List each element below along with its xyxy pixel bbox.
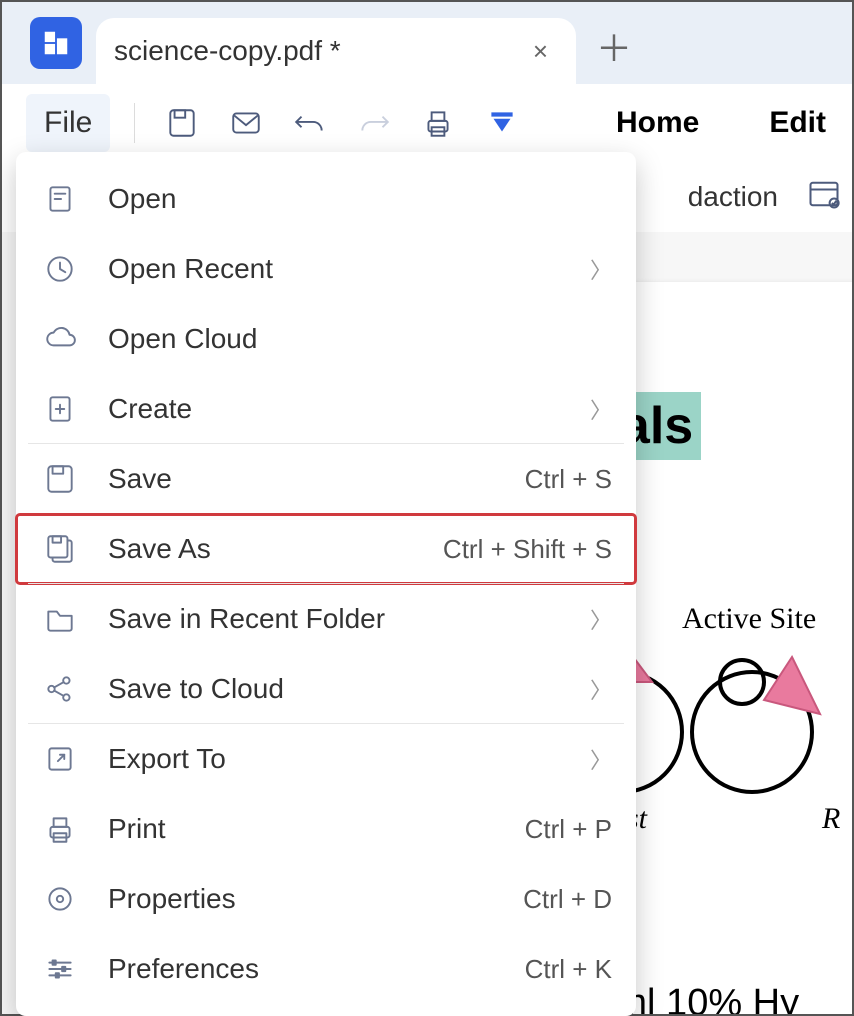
saveas-icon [40, 529, 80, 569]
menu-item-accelerator: Ctrl + P [525, 814, 612, 845]
file-menu-button[interactable]: File [26, 94, 110, 152]
cloud-icon [40, 319, 80, 359]
menu-item-save-as[interactable]: Save As Ctrl + Shift + S [16, 514, 636, 584]
menu-item-preferences[interactable]: Preferences Ctrl + K [16, 934, 636, 1004]
menu-item-label: Create [108, 393, 562, 425]
menu-item-properties[interactable]: Properties Ctrl + D [16, 864, 636, 934]
doc-icon [40, 179, 80, 219]
close-tab-icon[interactable]: × [523, 32, 558, 71]
app-logo-icon [30, 17, 82, 69]
menu-item-label: Properties [108, 883, 495, 915]
menu-item-label: Preferences [108, 953, 497, 985]
menu-item-open[interactable]: Open [16, 164, 636, 234]
menu-item-accelerator: Ctrl + S [525, 464, 612, 495]
save-icon [40, 459, 80, 499]
menu-item-create[interactable]: Create 〉 [16, 374, 636, 444]
chevron-right-icon: 〉 [590, 393, 612, 425]
menu-item-accelerator: Ctrl + Shift + S [443, 534, 612, 565]
save-icon[interactable] [159, 100, 205, 146]
tab-home[interactable]: Home [590, 106, 725, 140]
menu-item-save[interactable]: Save Ctrl + S [16, 444, 636, 514]
menu-item-label: Open Recent [108, 253, 562, 285]
ribbon-label-partial[interactable]: daction [688, 181, 788, 213]
annotation-r: R [822, 802, 840, 836]
redo-icon[interactable] [351, 100, 397, 146]
sliders-icon [40, 949, 80, 989]
collapse-ribbon-icon[interactable] [479, 100, 525, 146]
newdoc-icon [40, 389, 80, 429]
menu-item-print[interactable]: Print Ctrl + P [16, 794, 636, 864]
tab-edit[interactable]: Edit [743, 106, 852, 140]
quick-toolbar: File Home Edit [2, 84, 852, 162]
menu-item-label: Open [108, 183, 612, 215]
menu-item-label: Save to Cloud [108, 673, 562, 705]
share-icon [40, 669, 80, 709]
menu-item-label: Save [108, 463, 497, 495]
document-tab-title: science-copy.pdf * [114, 35, 509, 67]
menu-item-save-cloud[interactable]: Save to Cloud 〉 [16, 654, 636, 724]
menu-item-label: Open Cloud [108, 323, 612, 355]
gear-icon [40, 879, 80, 919]
menu-item-accelerator: Ctrl + K [525, 954, 612, 985]
document-tab[interactable]: science-copy.pdf * × [96, 18, 576, 84]
chevron-right-icon: 〉 [590, 673, 612, 705]
menu-item-label: Export To [108, 743, 562, 775]
clock-icon [40, 249, 80, 289]
menu-item-open-recent[interactable]: Open Recent 〉 [16, 234, 636, 304]
menu-item-label: Print [108, 813, 497, 845]
titlebar: science-copy.pdf * × ＋ [2, 2, 852, 84]
file-menu: Open Open Recent 〉 Open Cloud Create 〉 Save Ctr… [16, 152, 636, 1016]
menu-item-open-cloud[interactable]: Open Cloud [16, 304, 636, 374]
folder-icon [40, 599, 80, 639]
menu-item-label: Save As [108, 533, 415, 565]
menu-item-accelerator: Ctrl + D [523, 884, 612, 915]
new-tab-button[interactable]: ＋ [576, 20, 652, 72]
mail-icon[interactable] [223, 100, 269, 146]
menu-item-label: Save in Recent Folder [108, 603, 562, 635]
print-icon [40, 809, 80, 849]
toolbar-separator [134, 103, 135, 143]
export-icon [40, 739, 80, 779]
menu-item-save-recent[interactable]: Save in Recent Folder 〉 [16, 584, 636, 654]
panel-icon[interactable] [806, 176, 842, 219]
chevron-right-icon: 〉 [590, 743, 612, 775]
undo-icon[interactable] [287, 100, 333, 146]
menu-item-export[interactable]: Export To 〉 [16, 724, 636, 794]
print-icon[interactable] [415, 100, 461, 146]
chevron-right-icon: 〉 [590, 253, 612, 285]
chevron-right-icon: 〉 [590, 603, 612, 635]
